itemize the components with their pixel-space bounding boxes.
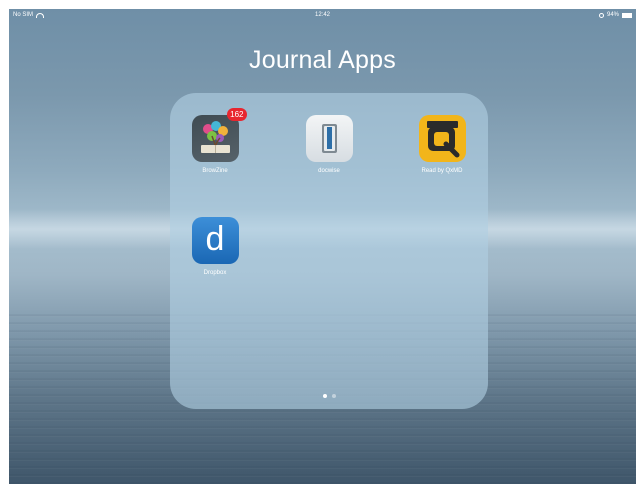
- app-browzine[interactable]: 162 BrowZine: [177, 108, 253, 174]
- read-by-qxmd-icon[interactable]: [418, 115, 466, 162]
- status-bar: No SIM 12:42 94%: [9, 9, 636, 21]
- app-read-by-qxmd[interactable]: Read by QxMD: [404, 115, 480, 174]
- app-label: Read by QxMD: [421, 168, 463, 174]
- page-dot-active: [322, 394, 327, 398]
- app-label: Dropbox: [203, 270, 227, 276]
- browzine-artwork: [200, 121, 230, 153]
- battery-fill: [623, 13, 631, 17]
- qxmd-artwork: [426, 121, 459, 158]
- folder-title[interactable]: Journal Apps: [9, 46, 636, 75]
- notification-badge: 162: [227, 108, 247, 121]
- app-label: docwise: [318, 168, 340, 174]
- browzine-icon[interactable]: 162: [191, 108, 247, 162]
- app-dropbox[interactable]: d Dropbox: [177, 217, 253, 276]
- battery-icon: [622, 12, 632, 18]
- app-label: BrowZine: [202, 168, 228, 174]
- battery-percent: 94%: [606, 12, 619, 18]
- home-screen: No SIM 12:42 94% Journal Apps 162 BrowZi…: [9, 9, 636, 484]
- status-right: 94%: [598, 9, 632, 21]
- orientation-lock-icon: [598, 12, 604, 18]
- docwise-artwork: [321, 124, 337, 153]
- app-docwise[interactable]: docwise: [291, 115, 367, 174]
- docwise-icon[interactable]: [305, 115, 353, 162]
- app-folder: 162 BrowZine docwise Read by QxMD d Drop…: [170, 93, 488, 409]
- page-dot-inactive: [331, 394, 336, 398]
- dropbox-glyph: d: [205, 220, 225, 258]
- dropbox-icon[interactable]: d: [191, 217, 239, 264]
- status-time: 12:42: [314, 12, 330, 18]
- page-indicator[interactable]: [170, 394, 488, 398]
